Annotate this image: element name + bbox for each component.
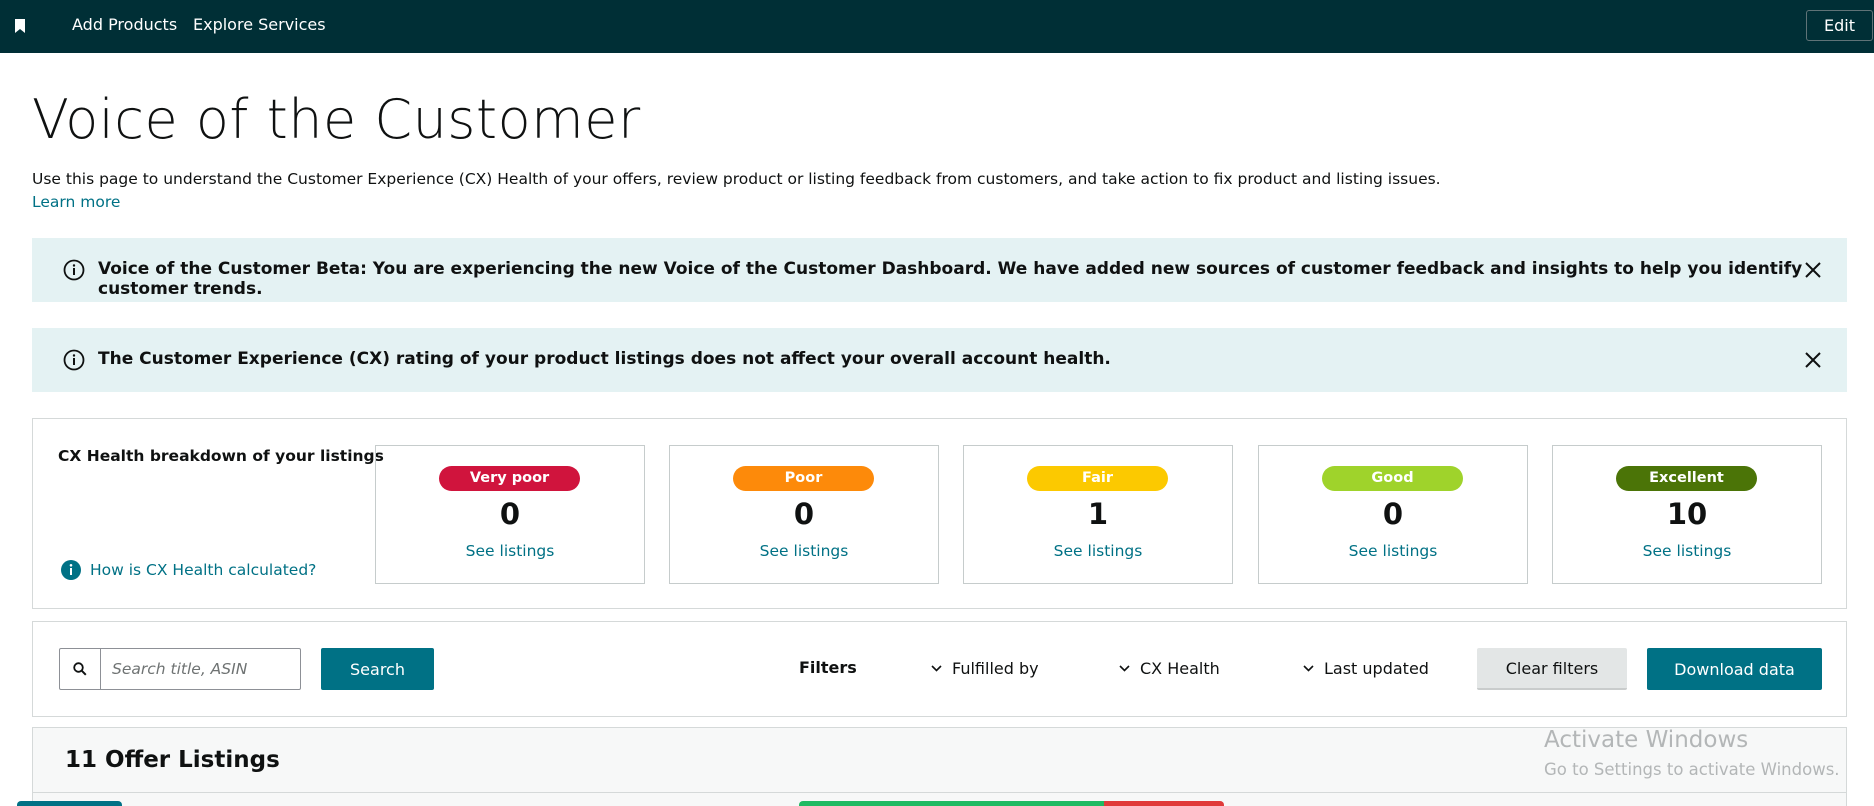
activate-windows-subtitle: Go to Settings to activate Windows. (1544, 760, 1840, 779)
cx-category-very-poor: Very poor 0 See listings (375, 445, 645, 584)
page-title: Voice of the Customer (32, 88, 641, 151)
status-badge: Excellent (1616, 466, 1757, 491)
close-icon[interactable] (1803, 260, 1823, 280)
divider (33, 792, 1846, 793)
clear-filters-button[interactable]: Clear filters (1477, 648, 1627, 690)
fulfilled-by-dropdown[interactable]: Fulfilled by (931, 659, 1039, 678)
cx-health-title: CX Health breakdown of your listings (58, 447, 384, 465)
info-icon (61, 560, 81, 580)
status-badge: Poor (733, 466, 874, 491)
search-box (59, 648, 301, 690)
cx-count: 10 (1666, 497, 1708, 531)
fulfilled-by-label: Fulfilled by (952, 659, 1039, 678)
cx-rating-alert-text: The Customer Experience (CX) rating of y… (98, 349, 1111, 369)
see-listings-link[interactable]: See listings (1553, 542, 1821, 560)
see-listings-link[interactable]: See listings (964, 542, 1232, 560)
cx-category-poor: Poor 0 See listings (669, 445, 939, 584)
cx-count: 0 (1382, 497, 1404, 531)
cx-count: 0 (793, 497, 815, 531)
beta-alert-text: Voice of the Customer Beta: You are expe… (98, 259, 1803, 299)
status-badge: Very poor (439, 466, 580, 491)
last-updated-label: Last updated (1324, 659, 1429, 678)
cx-rating-alert: The Customer Experience (CX) rating of y… (32, 328, 1847, 392)
search-input[interactable] (101, 649, 299, 689)
close-icon[interactable] (1803, 350, 1823, 370)
last-updated-dropdown[interactable]: Last updated (1303, 659, 1429, 678)
search-button[interactable]: Search (321, 648, 434, 690)
cx-count: 0 (499, 497, 521, 531)
edit-button[interactable]: Edit (1806, 10, 1873, 41)
cx-count: 1 (1087, 497, 1109, 531)
activate-windows-title: Activate Windows (1544, 727, 1749, 753)
chevron-down-icon (1303, 665, 1314, 672)
beta-alert: Voice of the Customer Beta: You are expe… (32, 238, 1847, 302)
search-filter-bar: Search Filters Fulfilled by CX Health La… (32, 621, 1847, 717)
top-nav-bar: Add Products Explore Services Edit (0, 0, 1874, 53)
chevron-down-icon (931, 665, 942, 672)
cx-category-good: Good 0 See listings (1258, 445, 1528, 584)
cx-health-calculation-link[interactable]: How is CX Health calculated? (60, 559, 316, 581)
page-description: Use this page to understand the Customer… (32, 170, 1441, 188)
search-icon (60, 649, 101, 689)
cx-category-excellent: Excellent 10 See listings (1552, 445, 1822, 584)
bookmark-icon[interactable] (14, 19, 26, 33)
status-badge: Good (1322, 466, 1463, 491)
cx-health-calculation-text[interactable]: How is CX Health calculated? (90, 561, 316, 579)
chevron-down-icon (1119, 665, 1130, 672)
cx-category-fair: Fair 1 See listings (963, 445, 1233, 584)
download-data-button[interactable]: Download data (1647, 648, 1822, 690)
learn-more-link[interactable]: Learn more (32, 193, 120, 211)
cx-health-card: CX Health breakdown of your listings How… (32, 418, 1847, 609)
offer-listings-title: 11 Offer Listings (65, 747, 280, 773)
nav-explore-services[interactable]: Explore Services (193, 15, 326, 34)
status-bar-green (799, 801, 1104, 806)
active-tab-indicator[interactable] (17, 801, 122, 806)
cx-health-dropdown[interactable]: CX Health (1119, 659, 1220, 678)
cx-health-label: CX Health (1140, 659, 1220, 678)
status-bar-red (1104, 801, 1224, 806)
see-listings-link[interactable]: See listings (376, 542, 644, 560)
info-icon (63, 259, 85, 281)
filters-label: Filters (799, 658, 857, 677)
status-badge: Fair (1027, 466, 1168, 491)
see-listings-link[interactable]: See listings (670, 542, 938, 560)
nav-add-products[interactable]: Add Products (72, 15, 177, 34)
see-listings-link[interactable]: See listings (1259, 542, 1527, 560)
info-icon (63, 349, 85, 371)
